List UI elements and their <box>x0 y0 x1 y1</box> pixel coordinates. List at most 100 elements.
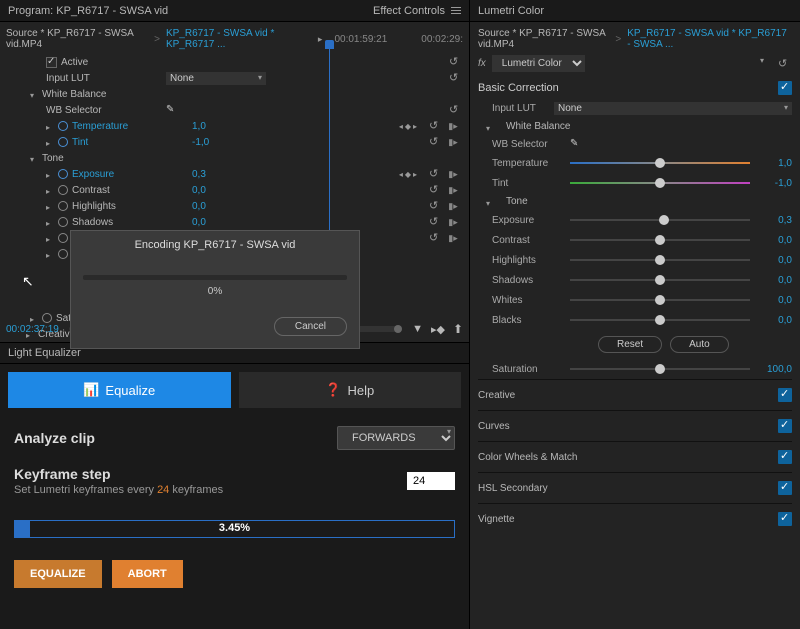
playhead-icon[interactable]: ▸◆ <box>431 323 445 336</box>
tint-slider[interactable] <box>570 176 750 190</box>
temperature-slider[interactable] <box>570 156 750 170</box>
curves-section[interactable]: Curves <box>478 410 792 441</box>
stopwatch-icon[interactable] <box>58 121 68 131</box>
stopwatch-icon[interactable] <box>58 233 68 243</box>
twisty-icon[interactable] <box>46 202 54 210</box>
graph-icon[interactable]: ▮▸ <box>443 137 463 148</box>
twisty-icon[interactable] <box>46 138 54 146</box>
help-tab-button[interactable]: ❓ Help <box>239 372 462 408</box>
tint-value[interactable]: -1,0 <box>192 137 252 148</box>
whites-value[interactable]: 0,0 <box>758 295 792 306</box>
blacks-slider[interactable] <box>570 313 750 327</box>
abort-button[interactable]: ABORT <box>112 560 183 588</box>
exposure-slider[interactable] <box>570 213 750 227</box>
twisty-icon[interactable] <box>30 90 38 98</box>
stopwatch-icon[interactable] <box>58 137 68 147</box>
active-checkbox[interactable] <box>46 57 57 68</box>
lumetri-effect-dropdown[interactable]: Lumetri Color <box>492 55 585 72</box>
contrast-slider[interactable] <box>570 233 750 247</box>
blacks-value[interactable]: 0,0 <box>758 315 792 326</box>
section-toggle-checkbox[interactable] <box>778 450 792 464</box>
twisty-icon[interactable] <box>46 250 54 258</box>
graph-icon[interactable]: ▮▸ <box>443 233 463 244</box>
reset-icon[interactable]: ↺ <box>429 183 443 197</box>
lumetri-wb-header[interactable]: White Balance <box>478 118 792 135</box>
keyframe-controls[interactable]: ◂◆▸ <box>399 170 417 179</box>
reset-icon[interactable]: ↺ <box>429 231 443 245</box>
reset-icon[interactable]: ↺ <box>429 215 443 229</box>
section-toggle-checkbox[interactable] <box>778 388 792 402</box>
stopwatch-icon[interactable] <box>58 217 68 227</box>
stopwatch-icon[interactable] <box>58 249 68 259</box>
contrast-value[interactable]: 0,0 <box>758 235 792 246</box>
basic-correction-section[interactable]: Basic Correction <box>478 75 792 99</box>
fx-badge[interactable]: fx <box>478 58 486 69</box>
exposure-value[interactable]: 0,3 <box>758 215 792 226</box>
graph-icon[interactable]: ▮▸ <box>443 185 463 196</box>
contrast-value[interactable]: 0,0 <box>192 185 252 196</box>
reset-icon[interactable]: ↺ <box>429 119 443 133</box>
playhead-timecode[interactable]: 00:02:37:19 <box>6 324 59 335</box>
auto-button[interactable]: Auto <box>670 336 729 353</box>
shadows-value[interactable]: 0,0 <box>758 275 792 286</box>
lumetri-lut-dropdown[interactable]: None <box>554 102 792 115</box>
panel-menu-icon[interactable] <box>451 7 461 15</box>
twisty-icon[interactable] <box>46 122 54 130</box>
lumetri-clip-link[interactable]: KP_R6717 - SWSA vid * KP_R6717 - SWSA ..… <box>627 28 792 50</box>
reset-icon[interactable]: ↺ <box>429 135 443 149</box>
vignette-section[interactable]: Vignette <box>478 503 792 534</box>
lumetri-tab[interactable]: Lumetri Color <box>478 5 544 17</box>
section-toggle-checkbox[interactable] <box>778 419 792 433</box>
saturation-slider[interactable] <box>570 362 750 376</box>
twisty-icon[interactable] <box>46 170 54 178</box>
reset-icon[interactable]: ↺ <box>429 167 443 181</box>
graph-icon[interactable]: ▮▸ <box>443 217 463 228</box>
temperature-value[interactable]: 1,0 <box>192 121 252 132</box>
effect-tab-label[interactable]: Effect Controls <box>373 5 445 17</box>
twisty-icon[interactable] <box>46 186 54 194</box>
highlights-value[interactable]: 0,0 <box>758 255 792 266</box>
graph-icon[interactable]: ▮▸ <box>443 201 463 212</box>
whites-slider[interactable] <box>570 293 750 307</box>
reset-icon[interactable]: ↺ <box>778 57 792 71</box>
eyedropper-icon[interactable]: ✎ <box>166 104 178 116</box>
shadows-value[interactable]: 0,0 <box>192 217 252 228</box>
playhead-prev-icon[interactable]: ▸ <box>318 34 323 45</box>
equalize-button[interactable]: EQUALIZE <box>14 560 102 588</box>
twisty-icon[interactable] <box>46 234 54 242</box>
wheels-section[interactable]: Color Wheels & Match <box>478 441 792 472</box>
creative-section[interactable]: Creative <box>478 379 792 410</box>
reset-icon[interactable]: ↺ <box>449 71 463 85</box>
stopwatch-icon[interactable] <box>58 169 68 179</box>
equalize-tab-button[interactable]: 📊 Equalize <box>8 372 231 408</box>
section-toggle-checkbox[interactable] <box>778 81 792 95</box>
stopwatch-icon[interactable] <box>58 201 68 211</box>
filter-icon[interactable]: ▼ <box>412 323 423 335</box>
stopwatch-icon[interactable] <box>58 185 68 195</box>
section-toggle-checkbox[interactable] <box>778 512 792 526</box>
shadows-slider[interactable] <box>570 273 750 287</box>
cancel-button[interactable]: Cancel <box>274 317 347 336</box>
twisty-icon[interactable] <box>486 198 494 206</box>
clip-link[interactable]: KP_R6717 - SWSA vid * KP_R6717 ... <box>166 28 312 50</box>
reset-icon[interactable]: ↺ <box>449 55 463 69</box>
saturation-value[interactable]: 100,0 <box>758 364 792 375</box>
kf-step-input[interactable] <box>407 472 455 490</box>
highlights-slider[interactable] <box>570 253 750 267</box>
temperature-value[interactable]: 1,0 <box>758 158 792 169</box>
twisty-icon[interactable] <box>486 123 494 131</box>
graph-icon[interactable]: ▮▸ <box>443 169 463 180</box>
white-balance-row[interactable]: White Balance <box>6 86 463 102</box>
exposure-value[interactable]: 0,3 <box>192 169 252 180</box>
twisty-icon[interactable] <box>46 218 54 226</box>
hsl-section[interactable]: HSL Secondary <box>478 472 792 503</box>
graph-icon[interactable]: ▮▸ <box>443 121 463 132</box>
reset-button[interactable]: Reset <box>598 336 662 353</box>
eyedropper-icon[interactable]: ✎ <box>570 138 582 150</box>
export-icon[interactable]: ⬆ <box>453 322 463 336</box>
section-toggle-checkbox[interactable] <box>778 481 792 495</box>
keyframe-controls[interactable]: ◂◆▸ <box>399 122 417 131</box>
highlights-value[interactable]: 0,0 <box>192 201 252 212</box>
twisty-icon[interactable] <box>30 154 38 162</box>
reset-icon[interactable]: ↺ <box>449 103 463 117</box>
